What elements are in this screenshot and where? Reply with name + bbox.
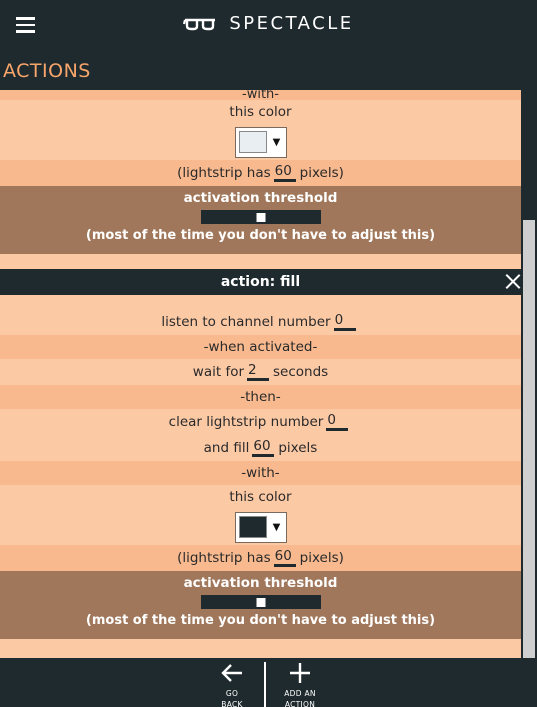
fill-action-header: action: fill [0, 269, 521, 295]
brand-name: SPECTACLE [229, 13, 354, 34]
prev-lightstrip-info-row: (lightstrip has 60 pixels) [0, 160, 521, 186]
with-label: -with- [241, 465, 280, 481]
go-back-button[interactable]: GO BACK [202, 658, 262, 707]
fill-pixels-input[interactable]: 60 [252, 439, 275, 457]
lightstrip-info-row: (lightstrip has 60 pixels) [0, 545, 521, 571]
go-back-label-line1: GO [225, 689, 239, 698]
prev-lightstrip-prefix: (lightstrip has [177, 165, 271, 181]
scrollbar-thumb[interactable] [523, 220, 535, 658]
footer-divider [264, 662, 266, 707]
top-bar: SPECTACLE [0, 0, 537, 52]
color-picker-row: ▼ [0, 509, 521, 545]
threshold-slider-knob[interactable] [256, 598, 265, 607]
when-activated-row: -when activated- [0, 335, 521, 359]
plus-icon [290, 663, 310, 683]
fill-pixels-row: and fill 60 pixels [0, 435, 521, 461]
wait-row: wait for 2 seconds [0, 359, 521, 385]
threshold-slider[interactable] [200, 595, 321, 609]
go-back-label-line2: BACK [221, 700, 243, 707]
add-action-label-line1: ADD AN [284, 689, 316, 698]
then-label: -then- [240, 389, 281, 405]
prev-lightstrip-pixels-input[interactable]: 60 [273, 164, 296, 182]
glasses-icon [183, 18, 216, 30]
prev-with-label-row: -with- [0, 90, 521, 100]
triangle-down-icon: ▼ [272, 521, 281, 533]
clear-lightstrip-row: clear lightstrip number 0 [0, 409, 521, 435]
color-label: this color [229, 489, 292, 505]
fill-action-title: action: fill [220, 274, 301, 290]
threshold-note: (most of the time you don't have to adju… [85, 612, 436, 628]
lightstrip-number-input[interactable]: 0 [326, 413, 349, 431]
prev-color-swatch [238, 131, 267, 153]
color-label-row: this color [0, 485, 521, 509]
fill-color-swatch [238, 516, 267, 538]
close-icon[interactable] [505, 274, 521, 290]
clear-label: clear lightstrip number [168, 414, 324, 430]
channel-number-input[interactable]: 0 [333, 313, 356, 331]
add-action-label: ADD AN ACTION [270, 688, 330, 707]
prev-color-label: this color [229, 104, 292, 120]
add-action-label-line2: ACTION [284, 700, 316, 707]
card-spacer [0, 254, 521, 269]
threshold-title: activation threshold [183, 575, 338, 591]
page-header: ACTIONS [0, 52, 537, 90]
prev-color-label-row: this color [0, 100, 521, 124]
listen-channel-row: listen to channel number 0 [0, 309, 521, 335]
brand: SPECTACLE [0, 13, 537, 39]
threshold-section: activation threshold (most of the time y… [0, 571, 521, 639]
prev-color-picker[interactable]: ▼ [234, 126, 287, 158]
prev-threshold-section: activation threshold (most of the time y… [0, 186, 521, 254]
lightstrip-prefix: (lightstrip has [177, 550, 271, 566]
then-row: -then- [0, 385, 521, 409]
when-activated-label: -when activated- [203, 339, 318, 355]
spacer [0, 295, 521, 309]
add-action-button[interactable]: ADD AN ACTION [270, 658, 330, 707]
wait-suffix: seconds [273, 364, 329, 380]
scrollbar[interactable] [521, 90, 537, 658]
fill-color-picker[interactable]: ▼ [234, 511, 287, 543]
page-title: ACTIONS [3, 60, 91, 82]
prev-with-label: -with- [242, 90, 279, 100]
lightstrip-pixels-input[interactable]: 60 [273, 549, 296, 567]
footer-toolbar: GO BACK ADD AN ACTION [0, 658, 537, 707]
arrow-left-icon [221, 664, 242, 682]
prev-threshold-title: activation threshold [183, 190, 338, 206]
fill-prefix: and fill [203, 440, 250, 456]
with-row: -with- [0, 461, 521, 485]
wait-prefix: wait for [192, 364, 245, 380]
listen-label: listen to channel number [161, 314, 331, 330]
actions-list[interactable]: -with- this color ▼ (lightstrip has 60 p… [0, 90, 521, 658]
lightstrip-suffix: pixels) [299, 550, 344, 566]
prev-threshold-note: (most of the time you don't have to adju… [85, 227, 436, 243]
triangle-down-icon: ▼ [272, 136, 281, 148]
go-back-label: GO BACK [202, 688, 262, 707]
prev-threshold-slider[interactable] [200, 210, 321, 224]
prev-lightstrip-suffix: pixels) [299, 165, 344, 181]
prev-threshold-slider-knob[interactable] [256, 213, 265, 222]
prev-color-picker-row: ▼ [0, 124, 521, 160]
wait-seconds-input[interactable]: 2 [247, 363, 270, 381]
card-bottom-spacer [0, 639, 521, 658]
fill-suffix: pixels [278, 440, 318, 456]
